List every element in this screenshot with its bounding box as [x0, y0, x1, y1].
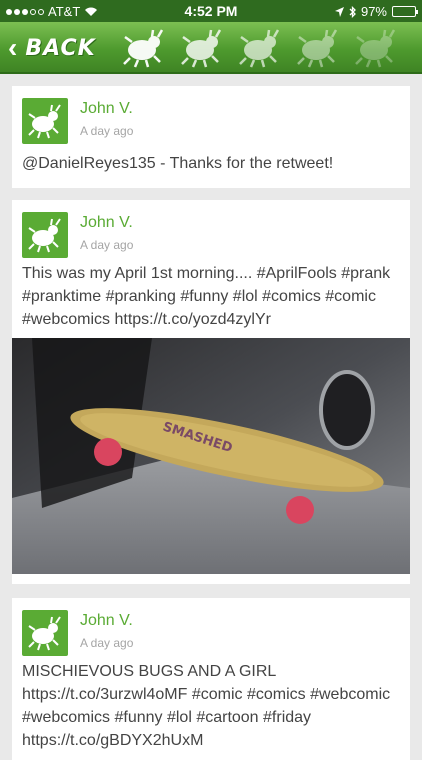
back-button[interactable]: ‹ BACK	[8, 30, 96, 66]
tweet-card[interactable]: John V. A day ago This was my April 1st …	[12, 200, 410, 584]
bug-avatar-icon	[28, 104, 61, 139]
tweet-card[interactable]: John V. A day ago @DanielReyes135 - Than…	[12, 86, 410, 188]
battery-icon	[392, 6, 418, 17]
post-time: A day ago	[80, 636, 134, 650]
status-bar: AT&T 4:52 PM 97%	[0, 0, 422, 22]
avatar[interactable]	[22, 98, 68, 144]
post-time: A day ago	[80, 124, 134, 138]
avatar[interactable]	[22, 212, 68, 258]
post-time: A day ago	[80, 238, 134, 252]
bug-icon	[181, 29, 222, 68]
battery-percent: 97%	[360, 4, 387, 19]
bug-icon	[239, 29, 280, 68]
bug-icon	[297, 29, 338, 68]
tweet-card[interactable]: John V. A day ago MISCHIEVOUS BUGS AND A…	[12, 598, 410, 760]
tweet-text: This was my April 1st morning.... #April…	[22, 265, 391, 328]
author-name[interactable]: John V.	[80, 214, 133, 232]
nav-bar: ‹ BACK	[0, 22, 422, 74]
bug-icon	[123, 29, 164, 68]
avatar[interactable]	[22, 610, 68, 656]
bug-avatar-icon	[28, 616, 61, 651]
author-name[interactable]: John V.	[80, 612, 133, 630]
author-name[interactable]: John V.	[80, 100, 133, 118]
tweet-text: @DanielReyes135 - Thanks for the retweet…	[22, 155, 334, 172]
back-label: BACK	[25, 35, 96, 61]
bluetooth-icon	[349, 5, 356, 18]
bug-decoration-row	[118, 28, 400, 68]
location-icon	[334, 6, 344, 17]
bug-icon	[355, 29, 396, 68]
chevron-left-icon: ‹	[8, 32, 18, 63]
status-right: 97%	[334, 4, 418, 19]
tweet-photo[interactable]: SMASHED	[12, 338, 410, 574]
skateboard-car-photo: SMASHED	[12, 338, 410, 574]
tweet-text: MISCHIEVOUS BUGS AND A GIRL https://t.co…	[22, 663, 391, 749]
bug-avatar-icon	[28, 218, 61, 253]
